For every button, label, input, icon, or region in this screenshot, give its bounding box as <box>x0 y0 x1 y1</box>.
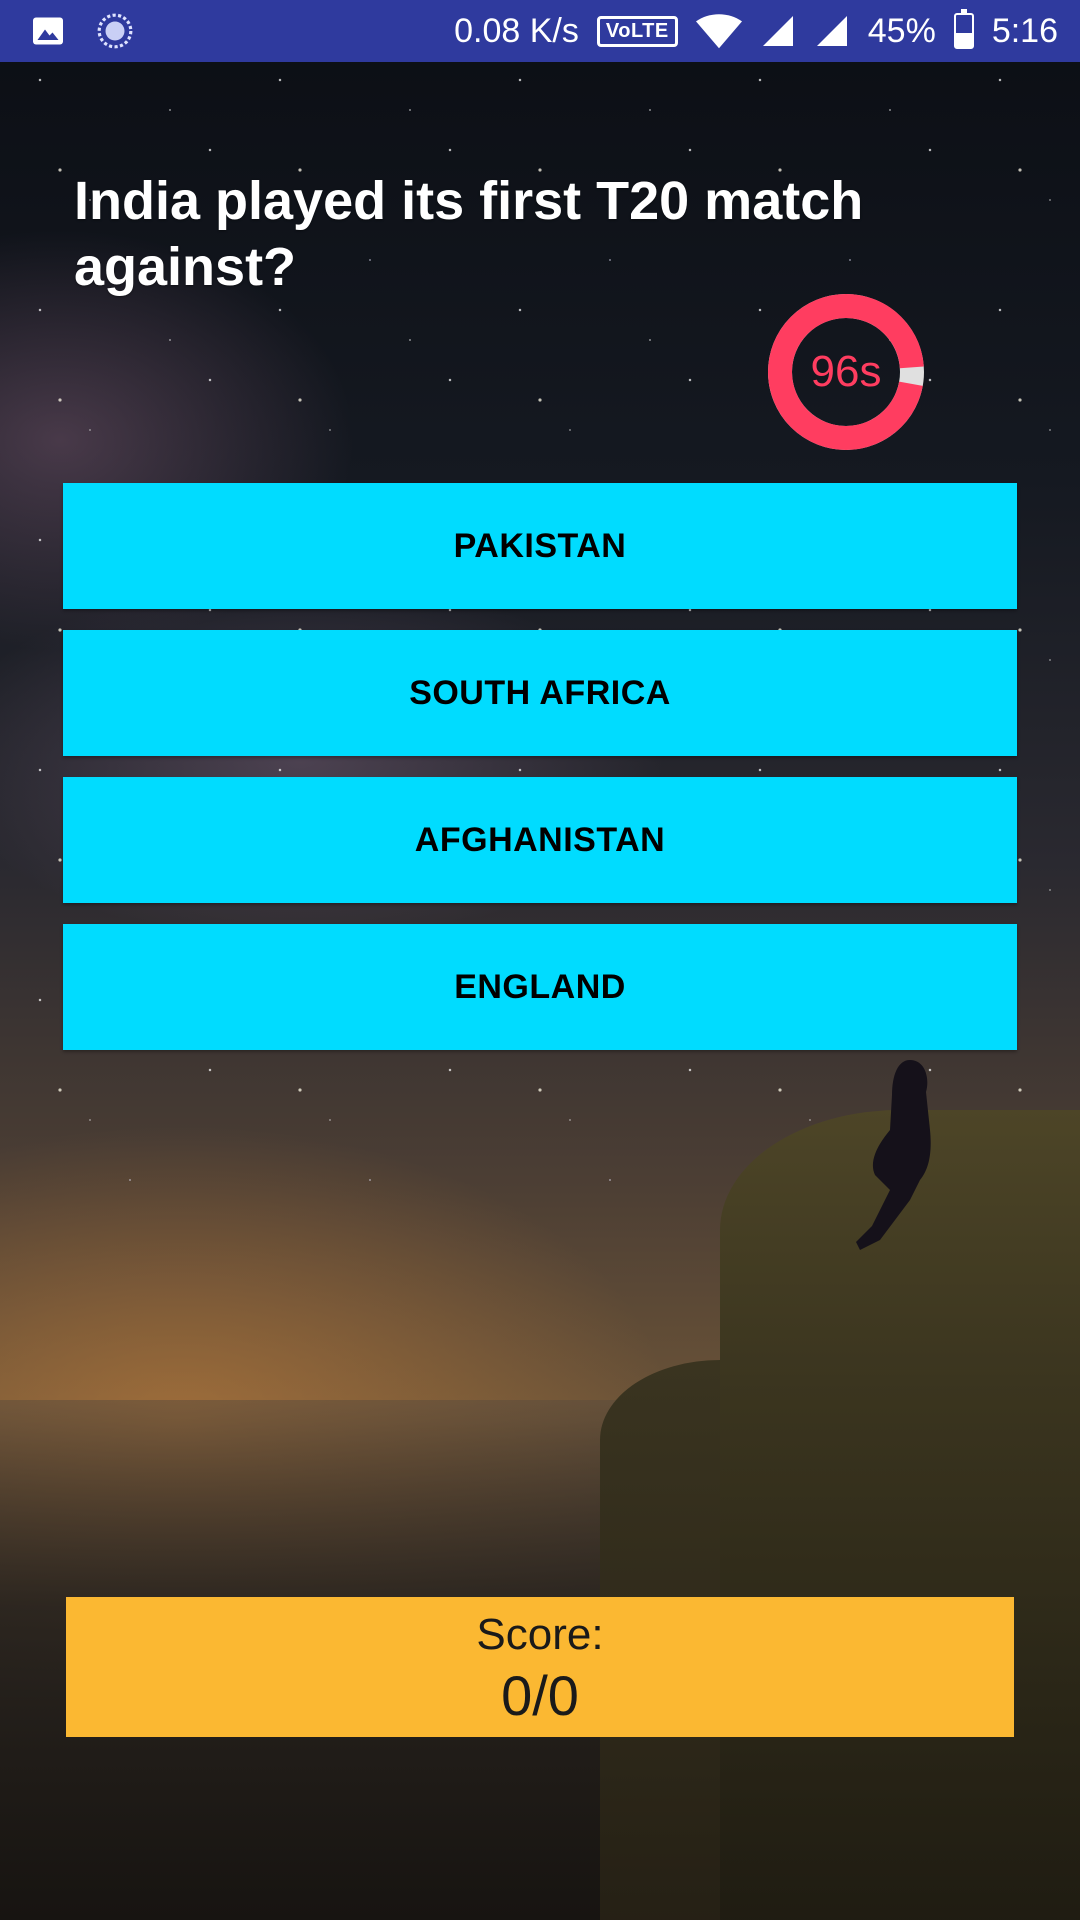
status-bar: 0.08 K/s VoLTE 45% 5:16 <box>0 0 1080 62</box>
question-text: India played its first T20 match against… <box>74 171 864 297</box>
answer-button-3[interactable]: AFGHANISTAN <box>63 777 1017 903</box>
image-icon <box>33 17 63 45</box>
quiz-screen: 0.08 K/s VoLTE 45% 5:16 India played its… <box>0 0 1080 1920</box>
answer-button-4[interactable]: ENGLAND <box>63 924 1017 1050</box>
clock: 5:16 <box>991 11 1058 50</box>
answer-button-1[interactable]: PAKISTAN <box>63 483 1017 609</box>
person-silhouette-image <box>856 1060 931 1250</box>
score-panel: Score: 0/0 <box>66 1597 1014 1737</box>
signal-icon <box>816 16 847 46</box>
answer-list: PAKISTAN SOUTH AFRICA AFGHANISTAN ENGLAN… <box>63 483 1017 1071</box>
signal-icon <box>762 16 793 46</box>
sync-icon <box>97 13 133 49</box>
timer-label: 96s <box>810 347 882 396</box>
volte-badge: VoLTE <box>596 15 678 47</box>
score-value: 0/0 <box>501 1664 579 1727</box>
countdown-timer: 96s <box>766 292 926 452</box>
battery-percent: 45% <box>867 11 936 50</box>
answer-button-2[interactable]: SOUTH AFRICA <box>63 630 1017 756</box>
score-label: Score: <box>476 1610 604 1659</box>
wifi-icon <box>695 14 742 49</box>
network-speed: 0.08 K/s <box>454 11 579 50</box>
battery-charging-icon <box>953 9 974 49</box>
